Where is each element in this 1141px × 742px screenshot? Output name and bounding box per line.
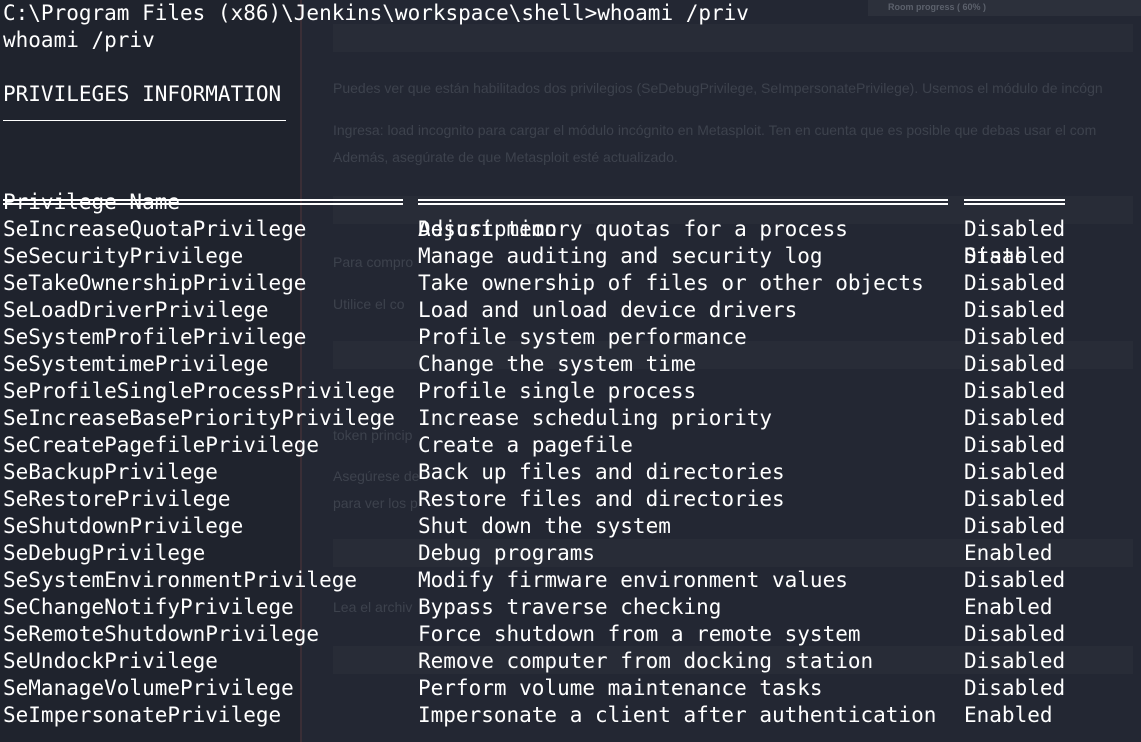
description-cell: Load and unload device drivers <box>418 298 798 322</box>
command-prompt-line: C:\Program Files (x86)\Jenkins\workspace… <box>3 1 749 25</box>
state-cell: Disabled <box>964 622 1066 646</box>
state-cell: Disabled <box>964 460 1066 484</box>
state-cell: Enabled <box>964 703 1053 727</box>
privilege-name-cell: SeBackupPrivilege <box>3 460 218 484</box>
state-cell: Enabled <box>964 541 1053 565</box>
state-cell: Disabled <box>964 649 1066 673</box>
state-cell: Disabled <box>964 487 1066 511</box>
table-row: SeDebugPrivilege Debug programs Enabled <box>3 540 1133 567</box>
table-row: SeRemoteShutdownPrivilege Force shutdown … <box>3 621 1133 648</box>
description-cell: Force shutdown from a remote system <box>418 622 861 646</box>
description-cell: Profile system performance <box>418 325 747 349</box>
header-separator-description <box>418 199 948 205</box>
background-answer-box <box>333 24 1133 52</box>
privilege-name-cell: SeLoadDriverPrivilege <box>3 298 269 322</box>
background-text-line: Puedes ver que están habilitados dos pri… <box>333 80 1103 96</box>
description-cell: Perform volume maintenance tasks <box>418 676 823 700</box>
description-cell: Back up files and directories <box>418 460 785 484</box>
state-cell: Disabled <box>964 271 1066 295</box>
table-row: SeShutdownPrivilege Shut down the system D… <box>3 513 1133 540</box>
state-cell: Enabled <box>964 595 1053 619</box>
description-cell: Change the system time <box>418 352 697 376</box>
description-cell: Remove computer from docking station <box>418 649 874 673</box>
privilege-name-cell: SeShutdownPrivilege <box>3 514 244 538</box>
privilege-name-cell: SeRestorePrivilege <box>3 487 231 511</box>
description-cell: Adjust memory quotas for a process <box>418 217 848 241</box>
room-progress-label: Room progress ( 60% ) <box>888 2 987 12</box>
state-cell: Disabled <box>964 433 1066 457</box>
privilege-name-cell: SeDebugPrivilege <box>3 541 206 565</box>
state-cell: Disabled <box>964 217 1066 241</box>
privilege-name-cell: SeManageVolumePrivilege <box>3 676 294 700</box>
privilege-name-cell: SeUndockPrivilege <box>3 649 218 673</box>
privilege-name-cell: SeSystemtimePrivilege <box>3 352 269 376</box>
privilege-name-cell: SeRemoteShutdownPrivilege <box>3 622 320 646</box>
privilege-name-cell: SeSecurityPrivilege <box>3 244 244 268</box>
description-cell: Manage auditing and security log <box>418 244 823 268</box>
table-row: SeSystemProfilePrivilege Profile system p… <box>3 324 1133 351</box>
table-row: SeSystemEnvironmentPrivilege Modify firmw… <box>3 567 1133 594</box>
background-text-line: Ingresa: load incognito para cargar el m… <box>333 122 1097 138</box>
room-progress-bar: Room progress ( 60% ) <box>868 0 1141 16</box>
state-cell: Disabled <box>964 352 1066 376</box>
privilege-name-cell: SeSystemEnvironmentPrivilege <box>3 568 358 592</box>
description-cell: Create a pagefile <box>418 433 633 457</box>
privilege-name-cell: SeProfileSingleProcessPrivilege <box>3 379 395 403</box>
state-cell: Disabled <box>964 568 1066 592</box>
table-row: SeUndockPrivilege Remove computer from do… <box>3 648 1133 675</box>
table-row: SeProfileSingleProcessPrivilege Profile s… <box>3 378 1133 405</box>
description-cell: Bypass traverse checking <box>418 595 722 619</box>
table-row: SeRestorePrivilege Restore files and dire… <box>3 486 1133 513</box>
state-cell: Disabled <box>964 514 1066 538</box>
description-cell: Increase scheduling priority <box>418 406 773 430</box>
state-cell: Disabled <box>964 325 1066 349</box>
description-cell: Profile single process <box>418 379 697 403</box>
state-cell: Disabled <box>964 676 1066 700</box>
description-cell: Shut down the system <box>418 514 671 538</box>
description-cell: Impersonate a client after authenticatio… <box>418 703 937 727</box>
table-row: SeTakeOwnershipPrivilege Take ownership o… <box>3 270 1133 297</box>
header-separator-name <box>3 199 403 205</box>
description-cell: Restore files and directories <box>418 487 785 511</box>
description-cell: Take ownership of files or other objects <box>418 271 924 295</box>
description-cell: Modify firmware environment values <box>418 568 848 592</box>
state-cell: Disabled <box>964 379 1066 403</box>
table-row: SeChangeNotifyPrivilege Bypass traverse c… <box>3 594 1133 621</box>
table-row: SeIncreaseQuotaPrivilege Adjust memory qu… <box>3 216 1133 243</box>
table-row: SeLoadDriverPrivilege Load and unload dev… <box>3 297 1133 324</box>
privilege-name-cell: SeIncreaseQuotaPrivilege <box>3 217 307 241</box>
state-cell: Disabled <box>964 406 1066 430</box>
privilege-name-cell: SeIncreaseBasePriorityPrivilege <box>3 406 395 430</box>
privilege-name-cell: SeChangeNotifyPrivilege <box>3 595 294 619</box>
table-row: SeBackupPrivilege Back up files and direc… <box>3 459 1133 486</box>
section-title: PRIVILEGES INFORMATION <box>3 82 282 106</box>
section-title-underline <box>3 120 286 121</box>
privilege-name-cell: SeCreatePagefilePrivilege <box>3 433 320 457</box>
privilege-name-cell: SeSystemProfilePrivilege <box>3 325 307 349</box>
state-cell: Disabled <box>964 244 1066 268</box>
table-row: SeIncreaseBasePriorityPrivilege Increase … <box>3 405 1133 432</box>
table-row: SeImpersonatePrivilege Impersonate a clie… <box>3 702 1133 729</box>
table-row: SeManageVolumePrivilege Perform volume ma… <box>3 675 1133 702</box>
header-separator-state <box>964 199 1065 205</box>
privilege-name-cell: SeImpersonatePrivilege <box>3 703 282 727</box>
table-row: SeSystemtimePrivilege Change the system t… <box>3 351 1133 378</box>
table-row: SeCreatePagefilePrivilege Create a pagefi… <box>3 432 1133 459</box>
privilege-name-cell: SeTakeOwnershipPrivilege <box>3 271 307 295</box>
table-header: Privilege Name Description State <box>3 162 1133 268</box>
table-row: SeSecurityPrivilege Manage auditing and s… <box>3 243 1133 270</box>
state-cell: Disabled <box>964 298 1066 322</box>
description-cell: Debug programs <box>418 541 596 565</box>
command-echo-line: whoami /priv <box>3 28 155 52</box>
